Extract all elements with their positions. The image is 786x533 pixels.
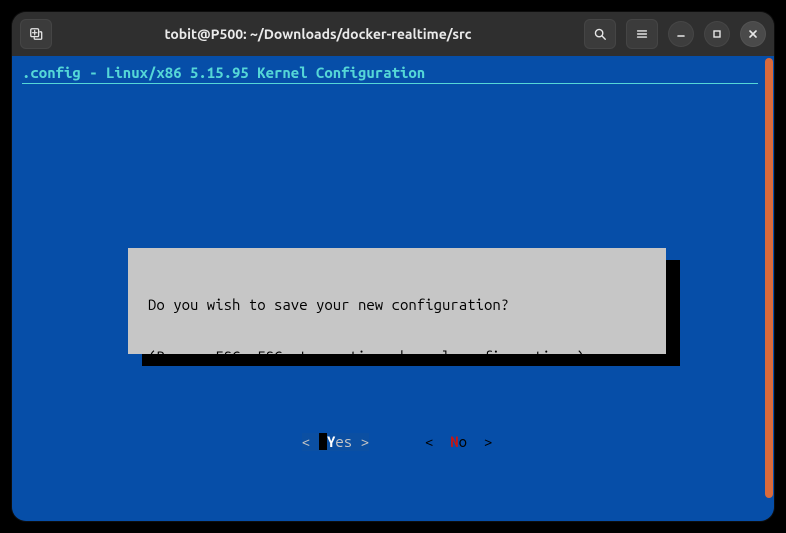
no-rest: o <box>459 433 476 450</box>
menu-button[interactable] <box>626 19 658 49</box>
titlebar-left-group <box>20 19 52 49</box>
dialog-actions: < Yes > < No > <box>148 433 646 451</box>
titlebar: tobit@P500: ~/Downloads/docker-realtime/… <box>12 12 774 56</box>
scrollbar-thumb[interactable] <box>765 58 773 498</box>
window-title: tobit@P500: ~/Downloads/docker-realtime/… <box>58 26 578 42</box>
terminal-viewport[interactable]: .config - Linux/x86 5.15.95 Kernel Confi… <box>12 56 774 521</box>
hamburger-icon <box>635 27 649 41</box>
yes-rest: es <box>335 433 360 450</box>
dialog-message-line2: (Press <ESC><ESC> to continue kernel con… <box>148 348 646 366</box>
minimize-button[interactable] <box>668 21 694 47</box>
new-tab-icon <box>29 27 43 41</box>
terminal-scrollbar[interactable] <box>764 56 774 521</box>
no-hotkey: N <box>450 433 458 450</box>
menuconfig-header: .config - Linux/x86 5.15.95 Kernel Confi… <box>22 64 764 81</box>
titlebar-right-group <box>584 19 766 49</box>
new-tab-button[interactable] <box>20 19 52 49</box>
dialog-message-line1: Do you wish to save your new configurati… <box>148 296 646 314</box>
no-close: > <box>475 433 492 450</box>
header-divider <box>22 83 758 84</box>
close-button[interactable] <box>740 21 766 47</box>
maximize-button[interactable] <box>704 21 730 47</box>
minimize-icon <box>675 28 687 40</box>
no-button[interactable]: < No > <box>425 433 492 451</box>
search-button[interactable] <box>584 19 616 49</box>
yes-open: < <box>302 433 319 450</box>
yes-close: > <box>361 433 369 450</box>
save-config-dialog: Do you wish to save your new configurati… <box>128 248 666 354</box>
close-icon <box>747 28 759 40</box>
no-open: < <box>425 433 450 450</box>
search-icon <box>593 27 607 41</box>
terminal-window: tobit@P500: ~/Downloads/docker-realtime/… <box>12 12 774 521</box>
yes-button[interactable]: < Yes > <box>302 433 369 451</box>
maximize-icon <box>711 28 723 40</box>
